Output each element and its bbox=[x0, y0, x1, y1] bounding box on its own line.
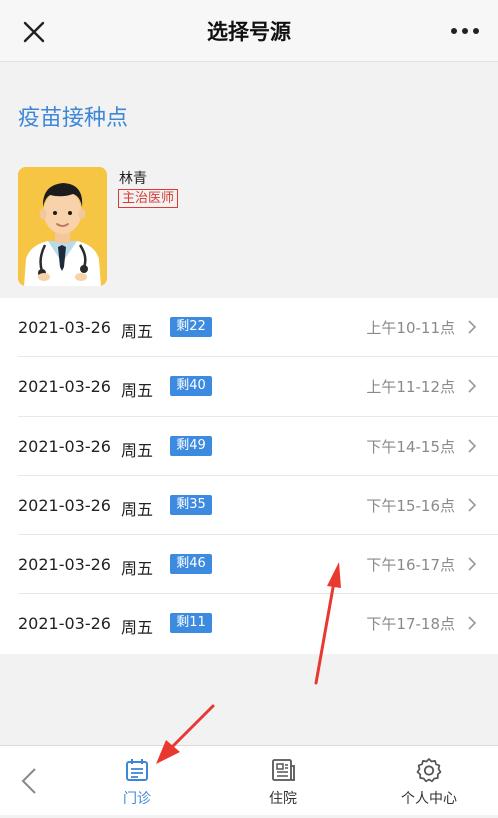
remaining-badge: 剩40 bbox=[170, 376, 212, 397]
remaining-badge: 剩11 bbox=[170, 613, 212, 634]
slot-date: 2021-03-26 bbox=[18, 377, 111, 397]
more-dots-icon[interactable] bbox=[448, 19, 482, 43]
slot-time: 下午16-17点 bbox=[366, 556, 455, 575]
chevron-right-icon bbox=[468, 616, 477, 631]
tab-label: 门诊 bbox=[123, 791, 151, 807]
chevron-right-icon bbox=[468, 379, 477, 393]
newspaper-icon bbox=[272, 759, 295, 781]
slot-row[interactable]: 2021-03-26 周五 剩35 下午15-16点 bbox=[0, 476, 498, 536]
tab-label: 住院 bbox=[269, 791, 297, 807]
tab-label: 个人中心 bbox=[401, 791, 457, 807]
doctor-name: 林青 bbox=[119, 171, 147, 187]
slot-date: 2021-03-26 bbox=[18, 495, 111, 515]
slot-date: 2021-03-26 bbox=[18, 318, 111, 337]
slot-weekday: 周五 bbox=[121, 559, 154, 579]
doctor-avatar-icon bbox=[18, 167, 107, 286]
chevron-right-icon bbox=[468, 439, 477, 453]
slot-row[interactable]: 2021-03-26 周五 剩40 上午11-12点 bbox=[0, 357, 498, 417]
remaining-badge: 剩35 bbox=[170, 494, 212, 515]
page-title: 选择号源 bbox=[207, 20, 291, 44]
slot-weekday: 周五 bbox=[121, 499, 154, 519]
navbar: 选择号源 bbox=[0, 0, 498, 62]
chevron-right-icon bbox=[468, 498, 477, 512]
tab-outpatient[interactable]: 门诊 bbox=[92, 756, 182, 808]
slot-date: 2021-03-26 bbox=[18, 436, 111, 456]
slot-row[interactable]: 2021-03-26 周五 剩11 下午17-18点 bbox=[0, 594, 498, 653]
remaining-badge: 剩49 bbox=[170, 435, 212, 456]
tab-profile[interactable]: 个人中心 bbox=[384, 756, 474, 808]
tab-bar: 门诊 住院 个人中心 bbox=[0, 745, 498, 815]
chevron-left-icon[interactable] bbox=[18, 766, 40, 796]
slot-weekday: 周五 bbox=[121, 618, 154, 638]
gear-icon bbox=[416, 758, 442, 783]
slot-weekday: 周五 bbox=[121, 322, 154, 341]
slot-weekday: 周五 bbox=[121, 381, 154, 401]
calendar-icon bbox=[126, 759, 148, 781]
slot-row[interactable]: 2021-03-26 周五 剩22 上午10-11点 bbox=[0, 298, 498, 358]
slot-time: 上午11-12点 bbox=[366, 378, 455, 397]
slot-row[interactable]: 2021-03-26 周五 剩49 下午14-15点 bbox=[0, 417, 498, 476]
site-title: 疫苗接种点 bbox=[18, 106, 129, 131]
slot-date: 2021-03-26 bbox=[18, 614, 111, 634]
chevron-right-icon bbox=[468, 320, 477, 334]
slot-date: 2021-03-26 bbox=[18, 555, 111, 575]
slot-time: 下午14-15点 bbox=[366, 437, 455, 456]
remaining-badge: 剩22 bbox=[170, 317, 212, 337]
slot-weekday: 周五 bbox=[121, 440, 154, 460]
chevron-right-icon bbox=[468, 557, 477, 571]
slot-row[interactable]: 2021-03-26 周五 剩46 下午16-17点 bbox=[0, 535, 498, 595]
remaining-badge: 剩46 bbox=[170, 554, 212, 575]
doctor-card: 林青 主治医师 bbox=[0, 156, 498, 298]
doctor-title-badge: 主治医师 bbox=[118, 189, 179, 208]
slot-time: 下午15-16点 bbox=[366, 496, 455, 515]
slot-list: 2021-03-26 周五 剩22 上午10-11点 2021-03-26 周五… bbox=[0, 298, 498, 654]
slot-time: 下午17-18点 bbox=[366, 615, 455, 634]
slot-time: 上午10-11点 bbox=[366, 319, 455, 337]
tab-inpatient[interactable]: 住院 bbox=[238, 756, 328, 808]
